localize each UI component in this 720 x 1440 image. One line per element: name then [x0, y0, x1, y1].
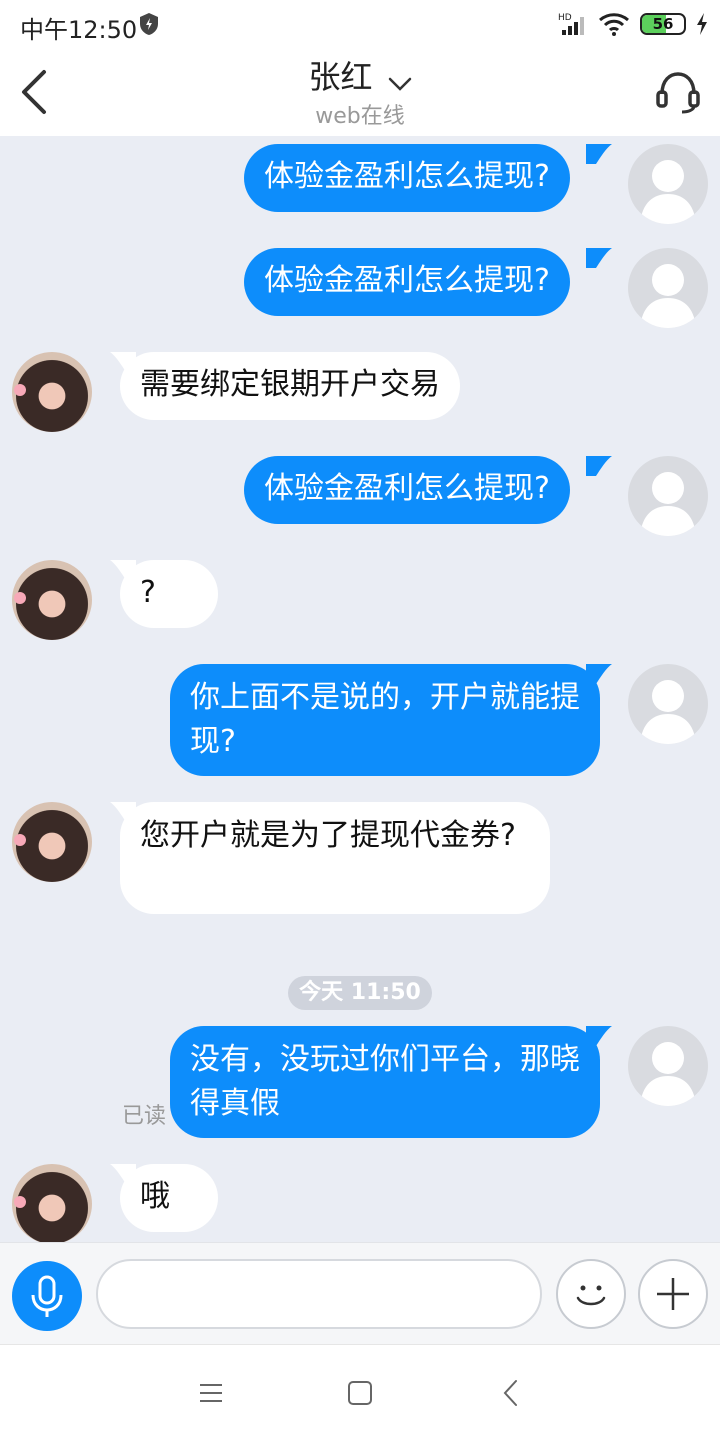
message-text: 体验金盈利怎么提现? [264, 471, 550, 506]
avatar-me[interactable] [628, 248, 708, 328]
voice-input-button[interactable] [12, 1261, 82, 1331]
message-bubble-sent[interactable]: 体验金盈利怎么提现? [244, 456, 570, 524]
sticker-dot [14, 384, 26, 396]
network-label: HD [558, 13, 572, 23]
online-status: web在线 [315, 104, 405, 129]
avatar-placeholder-icon [640, 160, 696, 224]
message-bubble-received[interactable]: 您开户就是为了提现代金券? [120, 802, 550, 914]
signal-icon: HD [558, 13, 584, 35]
sticker-dot [14, 1196, 26, 1208]
avatar-me[interactable] [628, 664, 708, 744]
shield-icon [140, 13, 158, 35]
bubble-tail [586, 248, 612, 268]
battery-indicator: 56 [640, 13, 686, 35]
contact-title[interactable]: 张红 web在线 [0, 52, 720, 130]
microphone-icon [31, 1275, 63, 1317]
composer-bar [0, 1242, 720, 1344]
bubble-tail [586, 144, 612, 164]
more-actions-button[interactable] [638, 1259, 708, 1329]
avatar-placeholder-icon [640, 264, 696, 328]
sticker-dot [14, 834, 26, 846]
status-time: 中午12:50 [20, 16, 138, 44]
menu-icon[interactable] [190, 1375, 230, 1411]
timestamp-divider: 今天 11:50 [288, 976, 432, 1010]
charging-icon [697, 13, 707, 35]
back-nav-icon[interactable] [492, 1375, 532, 1411]
plus-icon [657, 1278, 689, 1310]
contact-name: 张红 [308, 58, 373, 96]
status-bar: 中午12:50 HD 56 [0, 0, 720, 48]
avatar-placeholder-icon [640, 680, 696, 744]
read-receipt: 已读 [122, 1104, 167, 1129]
message-bubble-received[interactable]: ? [120, 560, 218, 628]
avatar-placeholder-icon [640, 472, 696, 536]
chevron-down-icon [388, 77, 411, 91]
emoji-button[interactable] [556, 1259, 626, 1329]
message-text: 需要绑定银期开户交易 [140, 367, 440, 402]
message-bubble-received[interactable]: 哦 [120, 1164, 218, 1232]
message-text: 体验金盈利怎么提现? [264, 263, 550, 298]
message-list[interactable]: 体验金盈利怎么提现? 体验金盈利怎么提现? 需要绑定银期开户交易 体验金盈利怎么… [0, 136, 720, 1244]
avatar-placeholder-icon [640, 1042, 696, 1106]
wifi-icon [599, 13, 629, 36]
headset-icon[interactable] [654, 68, 702, 116]
bubble-tail [586, 1026, 612, 1046]
avatar-me[interactable] [628, 1026, 708, 1106]
message-text: 体验金盈利怎么提现? [264, 159, 550, 194]
message-bubble-sent[interactable]: 你上面不是说的，开户就能提现? [170, 664, 600, 776]
message-input[interactable] [96, 1259, 542, 1329]
avatar-me[interactable] [628, 144, 708, 224]
message-bubble-sent[interactable]: 没有，没玩过你们平台，那晓得真假 [170, 1026, 600, 1138]
status-indicators: HD 56 [558, 10, 708, 38]
message-text: 您开户就是为了提现代金券? [140, 818, 516, 853]
home-icon[interactable] [340, 1375, 380, 1411]
bubble-tail [586, 456, 612, 476]
message-bubble-received[interactable]: 需要绑定银期开户交易 [120, 352, 460, 420]
bubble-tail [586, 664, 612, 684]
sticker-dot [14, 592, 26, 604]
message-text: ? [140, 575, 156, 610]
chat-header: 张红 web在线 [0, 48, 720, 136]
message-text: 哦 [140, 1179, 170, 1214]
message-text: 你上面不是说的，开户就能提现? [190, 680, 580, 759]
system-navigation-bar [0, 1344, 720, 1440]
message-bubble-sent[interactable]: 体验金盈利怎么提现? [244, 248, 570, 316]
battery-level: 56 [652, 15, 674, 33]
avatar-me[interactable] [628, 456, 708, 536]
message-bubble-sent[interactable]: 体验金盈利怎么提现? [244, 144, 570, 212]
smiley-icon [576, 1285, 606, 1306]
message-text: 没有，没玩过你们平台，那晓得真假 [190, 1042, 580, 1121]
